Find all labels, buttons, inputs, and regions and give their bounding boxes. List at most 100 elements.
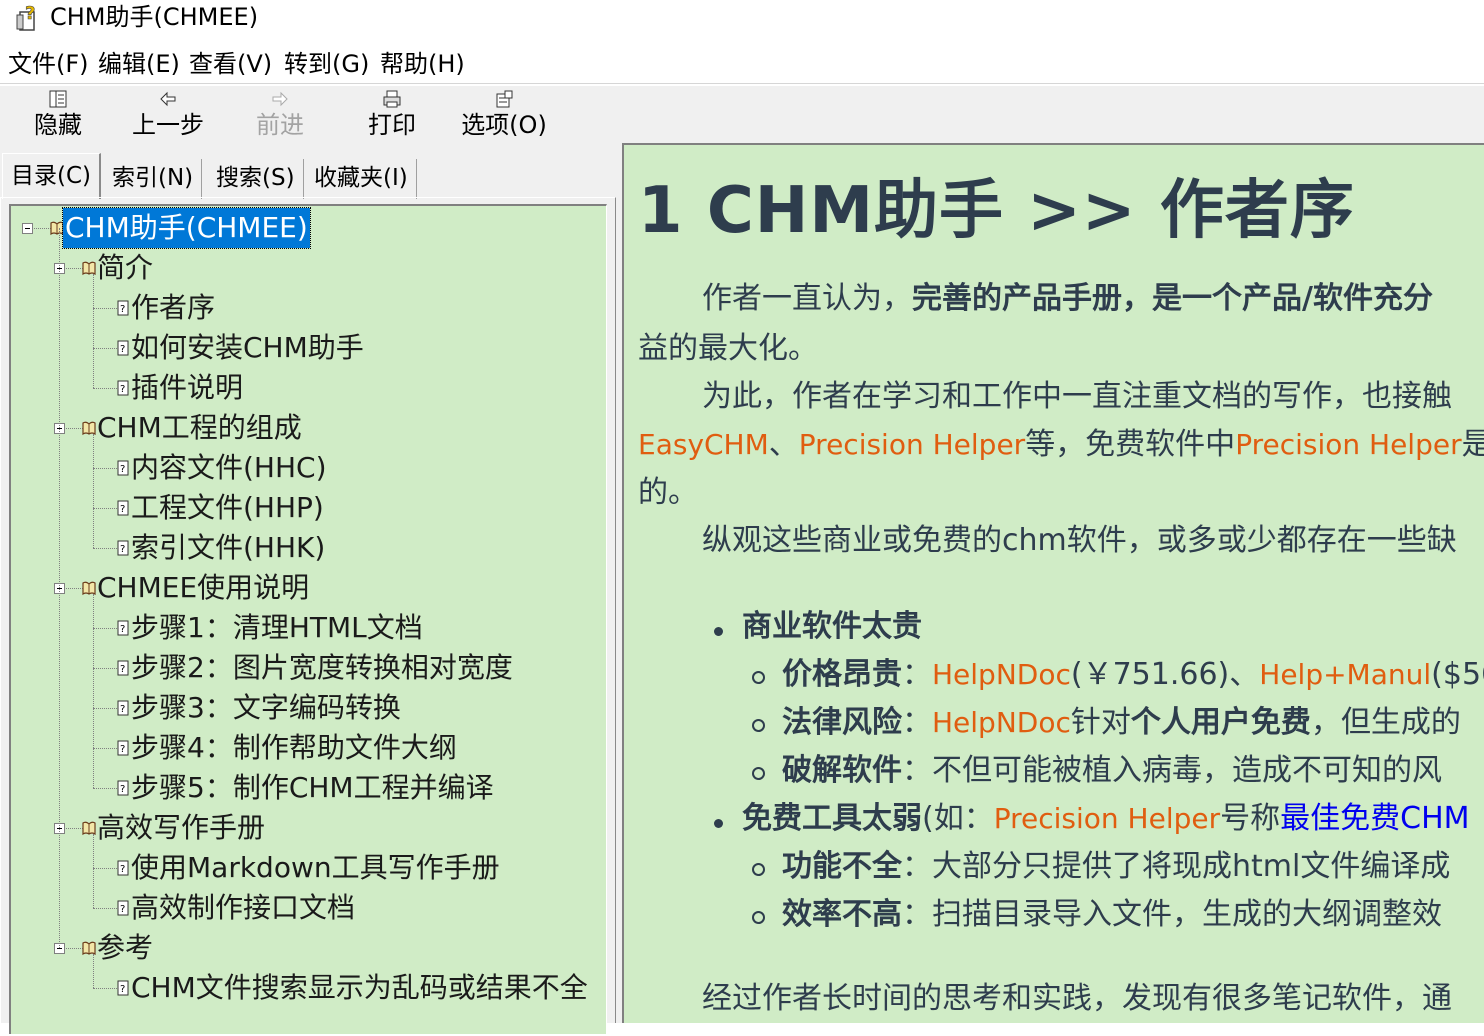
- legal-mid: 针对: [1070, 705, 1131, 740]
- p2-mid: 等，免费软件中: [1025, 427, 1236, 462]
- sub-bullet-circle: [752, 863, 765, 876]
- tree-page-item[interactable]: 插件说明: [129, 368, 245, 408]
- bullet-features-text: ：大部分只提供了将现成html文件编译成: [902, 849, 1451, 884]
- hide-label: 隐藏: [34, 111, 82, 139]
- bullet-crack-text: ：不但可能被植入病毒，造成不可知的风: [902, 753, 1442, 788]
- svg-text:?: ?: [120, 304, 125, 315]
- contents-tree-box: CHM助手(CHMEE) 简介? 作者序? 如何安装CHM助手? 插件说明 CHM工程的组…: [9, 204, 607, 1034]
- menu-file[interactable]: 文件(F): [8, 48, 89, 80]
- svg-text:?: ?: [120, 744, 125, 755]
- svg-text:?: ?: [120, 664, 125, 675]
- link-helpndoc-2[interactable]: HelpNDoc: [932, 706, 1071, 739]
- arrow-right-icon: [272, 91, 288, 107]
- legal-bold: 个人用户免费: [1130, 705, 1311, 740]
- paragraph-2-cont: EasyCHM、Precision Helper等，免费软件中Precision…: [638, 425, 1484, 465]
- svg-text:?: ?: [120, 984, 125, 995]
- print-label: 打印: [368, 111, 416, 139]
- link-help-manul[interactable]: Help+Manul: [1259, 658, 1431, 691]
- p2-end: 是功: [1462, 427, 1484, 462]
- paragraph-1-cont: 益的最大化。: [638, 331, 818, 366]
- options-button[interactable]: 选项(O): [458, 88, 550, 144]
- bullet-efficiency-text: ：扫描目录导入文件，生成的大纲调整效: [902, 897, 1442, 932]
- link-precision-helper[interactable]: Precision Helper: [799, 428, 1025, 461]
- tree-item-label: 作者序: [131, 291, 216, 324]
- forward-button[interactable]: 前进: [250, 88, 310, 144]
- link-precision-helper-2[interactable]: Precision Helper: [1235, 428, 1461, 461]
- printer-icon: [383, 90, 401, 108]
- tree-page-item[interactable]: 步骤3：文字编码转换: [129, 688, 403, 728]
- bullet-dot: [714, 627, 723, 636]
- navigation-tabs: 目录(C) 索引(N) 搜索(S) 收藏夹(I): [0, 153, 618, 199]
- print-button[interactable]: 打印: [362, 88, 422, 144]
- tree-page-item[interactable]: 索引文件(HHK): [129, 528, 327, 568]
- arrow-left-icon: [160, 91, 176, 107]
- tree-item-label: 步骤1：清理HTML文档: [131, 611, 423, 644]
- svg-text:?: ?: [120, 344, 125, 355]
- tree-item-label: 步骤3：文字编码转换: [131, 691, 401, 724]
- link-best-free-chm[interactable]: 最佳免费CHM: [1280, 801, 1469, 836]
- link-helpndoc[interactable]: HelpNDoc: [932, 658, 1071, 691]
- tree-page-item[interactable]: 内容文件(HHC): [129, 448, 329, 488]
- tree-item-label: 插件说明: [131, 371, 244, 404]
- menu-view[interactable]: 查看(V): [189, 48, 272, 80]
- back-label: 上一步: [132, 111, 204, 139]
- tree-book-item[interactable]: CHMEE使用说明: [95, 568, 311, 608]
- link-precision-helper-3[interactable]: Precision Helper: [994, 802, 1220, 835]
- tab-contents[interactable]: 目录(C): [2, 153, 102, 199]
- price-text: (￥751.66)、: [1070, 657, 1260, 692]
- bullet-commercial: 商业软件太贵: [742, 605, 922, 649]
- contents-panel: CHM助手(CHMEE) 简介? 作者序? 如何安装CHM助手? 插件说明 CHM工程的组…: [0, 197, 616, 1034]
- svg-text:?: ?: [120, 504, 125, 515]
- tree-page-item[interactable]: 工程文件(HHP): [129, 488, 326, 528]
- tree-page-item[interactable]: 步骤1：清理HTML文档: [129, 608, 425, 648]
- tree-page-item[interactable]: 步骤5：制作CHM工程并编译: [129, 768, 496, 808]
- bullet-features-head: 功能不全: [782, 849, 902, 884]
- topic-heading: 1 CHM助手 >> 作者序: [638, 174, 1355, 248]
- tree-guide-line: [59, 228, 60, 948]
- bullet-efficiency: 效率不高：扫描目录导入文件，生成的大纲调整效: [782, 893, 1442, 937]
- tab-search[interactable]: 搜索(S): [208, 159, 304, 199]
- p1-text: 作者一直认为，: [702, 281, 912, 316]
- paragraph-1: 作者一直认为，完善的产品手册，是一个产品/软件充分: [702, 279, 1433, 319]
- tree-page-item[interactable]: 步骤2：图片宽度转换相对宽度: [129, 648, 515, 688]
- paragraph-4: 经过作者长时间的思考和实践，发现有很多笔记软件，通: [702, 981, 1452, 1016]
- free-mid: 号称: [1220, 801, 1281, 836]
- tree-item-label: CHM文件搜索显示为乱码或结果不全: [131, 971, 588, 1004]
- tree-page-item[interactable]: CHM文件搜索显示为乱码或结果不全: [129, 968, 590, 1008]
- tree-item-label: 工程文件(HHP): [131, 491, 324, 524]
- free-open: (如：: [922, 801, 994, 836]
- tree-book-item[interactable]: CHM助手(CHMEE): [62, 207, 311, 249]
- tree-book-item[interactable]: CHM工程的组成: [95, 408, 304, 448]
- sub-bullet-circle: [752, 767, 765, 780]
- back-button[interactable]: 上一步: [128, 88, 208, 144]
- tree-book-item[interactable]: 简介: [95, 248, 155, 288]
- forward-label: 前进: [256, 111, 304, 139]
- tree-page-item[interactable]: 步骤4：制作帮助文件大纲: [129, 728, 459, 768]
- tab-index[interactable]: 索引(N): [104, 159, 203, 199]
- menu-edit[interactable]: 编辑(E): [98, 48, 180, 80]
- tab-favorites[interactable]: 收藏夹(I): [306, 159, 417, 199]
- contents-tree[interactable]: CHM助手(CHMEE) 简介? 作者序? 如何安装CHM助手? 插件说明 CHM工程的组…: [11, 206, 605, 1036]
- hide-button[interactable]: 隐藏: [28, 88, 88, 144]
- title-bar: ? CHM助手(CHMEE): [0, 0, 1484, 38]
- collapse-toggle[interactable]: [22, 223, 33, 234]
- tree-item-label: 步骤2：图片宽度转换相对宽度: [131, 651, 513, 684]
- tree-page-item[interactable]: 使用Markdown工具写作手册: [129, 848, 502, 888]
- price-text-2: ($56: [1431, 657, 1484, 692]
- navigation-pane: 目录(C) 索引(N) 搜索(S) 收藏夹(I) CHM助手(CHMEE) 简介?…: [0, 143, 618, 1034]
- link-easychm[interactable]: EasyCHM: [638, 428, 769, 461]
- hide-pane-icon: [49, 90, 67, 108]
- bullet-legal: 法律风险：HelpNDoc针对个人用户免费，但生成的: [782, 701, 1461, 745]
- tree-page-item[interactable]: 如何安装CHM助手: [129, 328, 366, 368]
- bullet-features: 功能不全：大部分只提供了将现成html文件编译成: [782, 845, 1450, 889]
- tree-book-item[interactable]: 高效写作手册: [95, 808, 267, 848]
- paragraph-2-tail: 的。: [638, 475, 698, 510]
- tree-page-item[interactable]: 高效制作接口文档: [129, 888, 357, 928]
- menu-goto[interactable]: 转到(G): [284, 48, 369, 80]
- tree-page-item[interactable]: 作者序: [129, 288, 217, 328]
- sub-bullet-circle: [752, 719, 765, 732]
- menu-help[interactable]: 帮助(H): [380, 48, 465, 80]
- svg-text:?: ?: [120, 864, 125, 875]
- tree-book-item[interactable]: 参考: [95, 928, 155, 968]
- svg-text:?: ?: [120, 784, 125, 795]
